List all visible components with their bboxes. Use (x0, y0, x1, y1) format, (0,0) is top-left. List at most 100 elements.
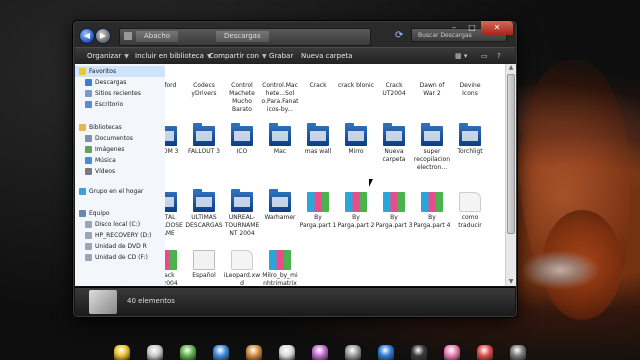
command-bar: Organizar ▼ Incluir en biblioteca ▼ Compar… (75, 47, 515, 65)
bunny-icon[interactable] (312, 345, 328, 360)
file-item[interactable]: By Parga.part 3 (375, 192, 413, 230)
vertical-scrollbar[interactable]: ▲ ▼ (505, 64, 516, 286)
scroll-down-icon[interactable]: ▼ (507, 278, 515, 286)
file-item[interactable]: ULTIMAS DESCARGAS (185, 189, 223, 230)
wallpaper-splash (520, 250, 600, 290)
file-item[interactable]: Devine Icons (451, 64, 489, 98)
sidebar-item[interactable]: Grupo en el hogar (75, 186, 165, 197)
computer-icon (79, 210, 86, 217)
file-item[interactable]: mas wall (299, 123, 337, 156)
frog-icon[interactable] (180, 345, 196, 360)
file-item[interactable]: super recopilacion electron... (413, 123, 451, 172)
view-options-icon[interactable]: ▦ ▾ (455, 48, 467, 64)
file-item[interactable]: By Parga.part 4 (413, 192, 451, 230)
back-button[interactable]: ◀ (79, 28, 95, 44)
file-item[interactable]: como traducir (451, 192, 489, 230)
refresh-icon[interactable]: ⟳ (395, 30, 403, 41)
trash-icon[interactable] (510, 345, 526, 360)
file-item[interactable]: Control.Machete...Sol o.Para.Fanaticos-b… (261, 64, 299, 114)
title-bar[interactable]: ◀ ▶ Abacho Descargas ⟳ Buscar Descargas … (73, 21, 517, 46)
control-panel-icon[interactable] (213, 345, 229, 360)
folder-icon[interactable] (378, 345, 394, 360)
archive-icon (421, 192, 443, 212)
duck-icon[interactable] (114, 345, 130, 360)
file-item[interactable]: Dawn of War 2 (413, 64, 451, 98)
close-button[interactable]: ✕ (481, 21, 513, 35)
forward-button[interactable]: ▶ (95, 28, 111, 44)
address-bar[interactable]: Abacho Descargas (119, 28, 371, 46)
file-item[interactable]: ICO (223, 123, 261, 156)
printer-icon[interactable] (147, 345, 163, 360)
maximize-button[interactable]: □ (463, 21, 481, 35)
scroll-thumb[interactable] (507, 74, 515, 234)
new-folder-button[interactable]: Nueva carpeta (301, 48, 352, 64)
file-item[interactable]: By Parga.part 1 (299, 192, 337, 230)
include-library-menu[interactable]: Incluir en biblioteca ▼ (135, 48, 212, 64)
safari-icon[interactable] (246, 345, 262, 360)
file-name: By Parga.part 2 (337, 214, 375, 229)
file-item[interactable]: Warhamer (261, 189, 299, 222)
sidebar-item[interactable]: Música (75, 155, 165, 166)
file-item[interactable]: FALLOUT 3 (185, 123, 223, 156)
file-item[interactable]: Codecs yDrivers (185, 64, 223, 98)
organize-label: Organizar (87, 52, 122, 60)
sidebar-item[interactable]: Imágenes (75, 144, 165, 155)
sidebar-item[interactable]: Vídeos (75, 166, 165, 177)
breadcrumb-segment[interactable]: Abacho (136, 31, 179, 42)
help-icon[interactable]: ? (497, 48, 501, 64)
music-icon (85, 157, 92, 164)
sidebar-item[interactable]: Documentos (75, 133, 165, 144)
file-name: mas wall (304, 148, 332, 155)
sidebar-item[interactable]: Equipo (75, 208, 165, 219)
file-name: By Parga.part 4 (413, 214, 451, 229)
library-icon (79, 124, 86, 131)
folder-icon (89, 290, 117, 314)
file-item[interactable]: iLeopard.xwd (223, 250, 261, 286)
cat-icon[interactable] (345, 345, 361, 360)
file-item[interactable]: Control Machete Mucho Barato (223, 64, 261, 114)
file-item[interactable]: clifford (165, 64, 185, 90)
game-icon[interactable] (477, 345, 493, 360)
sidebar-item[interactable]: Favoritos (75, 66, 165, 77)
sidebar-item[interactable]: Descargas (75, 77, 165, 88)
file-item[interactable]: Crack (299, 64, 337, 90)
file-item[interactable]: Crack UT2004 (375, 64, 413, 98)
pig-icon[interactable] (444, 345, 460, 360)
file-item[interactable]: Mirro (337, 123, 375, 156)
include-label: Incluir en biblioteca (135, 52, 204, 60)
burn-button[interactable]: Grabar (269, 48, 293, 64)
sidebar-item[interactable]: Sitios recientes (75, 88, 165, 99)
item-count: 40 elementos (127, 297, 175, 305)
sidebar-item-label: Escritorio (95, 101, 124, 108)
pictures-icon (85, 146, 92, 153)
file-item[interactable]: TOTAL OVERDOSE GAME (165, 192, 185, 238)
file-item[interactable]: crack blonic (337, 64, 375, 90)
sidebar-item[interactable]: HP_RECOVERY (D:) (75, 230, 165, 241)
file-item[interactable]: UNREAL-TOURNAMENT 2004 (223, 189, 261, 238)
sidebar-item[interactable]: Disco local (C:) (75, 219, 165, 230)
file-item[interactable]: Mac (261, 123, 299, 156)
file-item[interactable]: Español (185, 250, 223, 280)
file-item[interactable]: By Parga.part 2 (337, 192, 375, 230)
minimize-button[interactable]: – (445, 21, 463, 35)
file-item[interactable]: DOOM 3 (165, 126, 185, 156)
file-item[interactable]: Milro_by_minhtrimatrix (261, 250, 299, 286)
folder-icon (193, 123, 215, 146)
file-item[interactable]: Crack UT2004 (165, 250, 185, 286)
sidebar-item[interactable]: Unidad de DVD R (75, 241, 165, 252)
breadcrumb-segment[interactable]: Descargas (216, 31, 269, 42)
preview-pane-icon[interactable]: ▭ (481, 48, 488, 64)
organize-menu[interactable]: Organizar ▼ (87, 48, 129, 64)
sidebar-item[interactable]: Unidad de CD (F:) (75, 252, 165, 263)
file-name: Warhamer (264, 214, 296, 221)
chevron-down-icon: ▼ (261, 53, 267, 60)
terminal-icon[interactable] (279, 345, 295, 360)
file-item[interactable]: Nueva carpeta (375, 123, 413, 164)
scroll-up-icon[interactable]: ▲ (507, 64, 515, 72)
sidebar-item[interactable]: Bibliotecas (75, 122, 165, 133)
file-name: DOOM 3 (165, 148, 179, 155)
share-menu[interactable]: Compartir con ▼ (209, 48, 267, 64)
calendar-icon[interactable] (411, 345, 427, 360)
sidebar-item[interactable]: Escritorio (75, 99, 165, 110)
file-item[interactable]: Torchligt (451, 123, 489, 156)
